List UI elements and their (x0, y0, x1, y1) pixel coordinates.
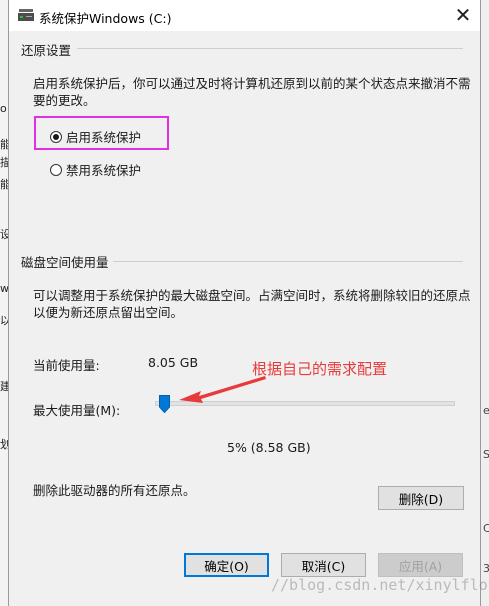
close-icon: ✕ (454, 3, 472, 27)
radio-label: 禁用系统保护 (66, 163, 142, 178)
restore-settings-description: 启用系统保护后，你可以通过及时将计算机还原到以前的某个状态点来撤消不需 要的更改… (33, 76, 471, 108)
disk-usage-heading: 磁盘空间使用量 (21, 255, 109, 270)
ok-button[interactable]: 确定(O) (184, 553, 269, 577)
annotation-text: 根据自己的需求配置 (252, 360, 388, 378)
current-usage-label: 当前使用量: (33, 358, 100, 373)
delete-button[interactable]: 删除(D) (378, 486, 464, 510)
delete-restore-points-text: 删除此驱动器的所有还原点。 (33, 483, 196, 498)
background-fragment: e (483, 404, 489, 417)
drive-icon (18, 9, 34, 21)
group-divider (77, 48, 463, 49)
background-fragment: o (0, 102, 7, 115)
radio-button[interactable] (50, 163, 62, 176)
radio-enable-protection[interactable]: 启用系统保护 (50, 127, 141, 146)
restore-settings-heading: 还原设置 (21, 43, 72, 58)
disk-usage-description: 可以调整用于系统保护的最大磁盘空间。占满空间时，系统将删除较旧的还原点 以便为新… (33, 288, 471, 320)
radio-disable-protection[interactable]: 禁用系统保护 (50, 160, 141, 179)
max-usage-label: 最大使用量(M): (33, 403, 121, 418)
group-divider (113, 261, 463, 262)
annotation-arrow-icon (179, 376, 266, 403)
current-usage-value: 8.05 GB (148, 355, 199, 370)
window-title: 系统保护Windows (C:) (39, 11, 172, 26)
system-protection-dialog: 系统保护Windows (C:) ✕ 还原设置 启用系统保护后，你可以通过及时将… (8, 0, 489, 606)
background-fragment: C (483, 522, 489, 535)
background-fragment: S (483, 448, 489, 461)
max-usage-slider-thumb[interactable] (159, 395, 170, 413)
close-button[interactable]: ✕ (451, 4, 475, 26)
watermark-text: //blog.csdn.net/xinylflove (271, 576, 489, 594)
background-fragment: 3 (483, 562, 489, 575)
max-usage-value: 5% (8.58 GB) (227, 440, 311, 455)
radio-label: 启用系统保护 (66, 130, 142, 145)
radio-button[interactable] (50, 130, 62, 143)
background-window-right-edge: e S C 3 (481, 0, 489, 606)
apply-button: 应用(A) (378, 553, 463, 577)
title-bar[interactable]: 系统保护Windows (C:) ✕ (9, 0, 480, 31)
cancel-button[interactable]: 取消(C) (281, 553, 366, 577)
